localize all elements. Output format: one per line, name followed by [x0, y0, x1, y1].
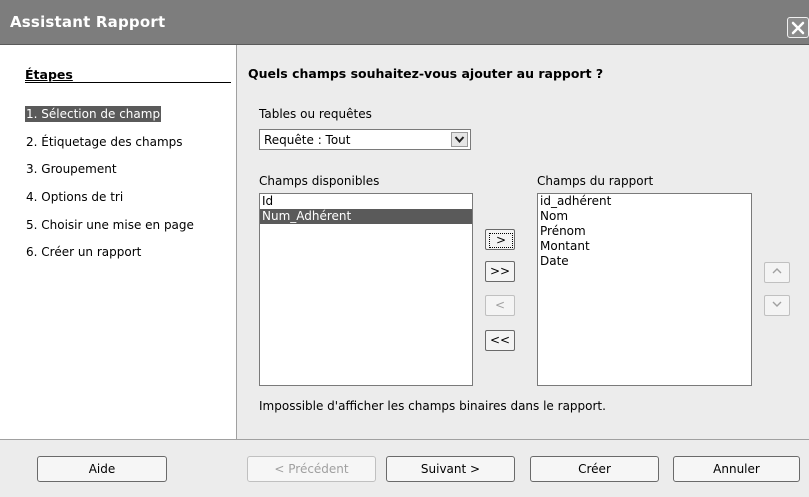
list-item[interactable]: Id	[260, 194, 472, 209]
list-item[interactable]: Montant	[538, 239, 751, 254]
footer: Aide < Précédent Suivant > Créer Annuler	[0, 440, 809, 497]
list-item[interactable]: Prénom	[538, 224, 751, 239]
tables-label: Tables ou requêtes	[259, 107, 372, 121]
list-item[interactable]: Num_Adhérent	[260, 209, 472, 224]
cancel-button[interactable]: Annuler	[673, 456, 800, 482]
step-sort-options[interactable]: 4. Options de tri	[25, 189, 124, 205]
step-field-selection[interactable]: 1. Sélection de champ	[25, 106, 162, 122]
move-down-button[interactable]	[764, 295, 790, 316]
binary-fields-note: Impossible d'afficher les champs binaire…	[259, 399, 606, 413]
report-fields-list[interactable]: id_adhérent Nom Prénom Montant Date	[537, 193, 752, 386]
window-title: Assistant Rapport	[10, 13, 166, 31]
tables-select[interactable]: Requête : Tout	[259, 129, 471, 150]
step-field-labeling[interactable]: 2. Étiquetage des champs	[25, 134, 184, 150]
help-button[interactable]: Aide	[37, 456, 167, 482]
report-fields-label: Champs du rapport	[537, 174, 654, 188]
move-up-button[interactable]	[764, 262, 790, 283]
remove-all-fields-button[interactable]: <<	[485, 330, 515, 351]
remove-field-button[interactable]: <	[485, 295, 515, 316]
close-icon	[791, 21, 805, 35]
available-fields-label: Champs disponibles	[259, 174, 380, 188]
close-button[interactable]	[787, 17, 809, 38]
steps-heading: Étapes	[25, 67, 73, 82]
page-question: Quels champs souhaitez-vous ajouter au r…	[248, 66, 604, 81]
list-item[interactable]: id_adhérent	[538, 194, 751, 209]
step-create-report[interactable]: 6. Créer un rapport	[25, 244, 142, 260]
main-panel: Quels champs souhaitez-vous ajouter au r…	[237, 45, 809, 439]
add-all-fields-button[interactable]: >>	[485, 261, 515, 282]
step-layout[interactable]: 5. Choisir une mise en page	[25, 217, 195, 233]
previous-button[interactable]: < Précédent	[247, 456, 376, 482]
list-item[interactable]: Nom	[538, 209, 751, 224]
steps-divider	[25, 82, 231, 83]
list-item[interactable]: Date	[538, 254, 751, 269]
chevron-down-icon	[772, 301, 782, 307]
step-grouping[interactable]: 3. Groupement	[25, 161, 118, 177]
title-bar: Assistant Rapport	[0, 0, 809, 45]
chevron-up-icon	[772, 268, 782, 274]
chevron-down-icon[interactable]	[451, 132, 468, 147]
next-button[interactable]: Suivant >	[386, 456, 515, 482]
create-button[interactable]: Créer	[530, 456, 659, 482]
add-field-button[interactable]: >	[485, 229, 515, 250]
tables-select-value: Requête : Tout	[264, 133, 351, 147]
steps-panel: Étapes 1. Sélection de champ 2. Étiqueta…	[0, 45, 236, 439]
available-fields-list[interactable]: Id Num_Adhérent	[259, 193, 473, 386]
